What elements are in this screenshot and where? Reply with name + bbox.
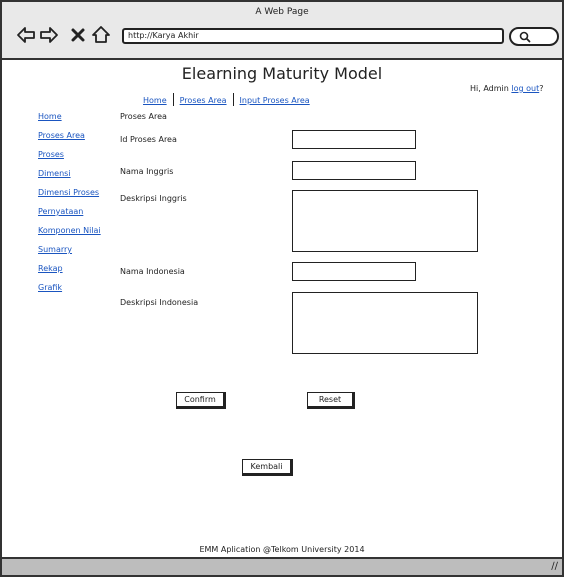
- page-title: Elearning Maturity Model: [181, 64, 383, 83]
- breadcrumb-input-proses-area[interactable]: Input Proses Area: [240, 96, 310, 105]
- breadcrumb: Home Proses Area Input Proses Area: [143, 93, 310, 106]
- sidebar-item-home[interactable]: Home: [38, 112, 118, 131]
- sidebar-nav: Home Proses Area Proses Dimensi Dimensi …: [38, 112, 118, 302]
- nama-inggris-input[interactable]: [292, 161, 416, 180]
- breadcrumb-divider: [232, 93, 234, 106]
- search-button[interactable]: [509, 27, 559, 46]
- breadcrumb-proses-area[interactable]: Proses Area: [180, 96, 227, 105]
- breadcrumb-divider: [172, 93, 174, 106]
- back-button[interactable]: Kembali: [242, 459, 293, 476]
- logout-link[interactable]: log out: [511, 84, 539, 93]
- sidebar-item-pernyataan[interactable]: Pernyataan: [38, 207, 118, 226]
- status-bar: ∕∕: [2, 557, 562, 575]
- sidebar-item-dimensi-proses[interactable]: Dimensi Proses: [38, 188, 118, 207]
- back-arrow-icon[interactable]: [16, 25, 36, 45]
- sidebar-item-dimensi[interactable]: Dimensi: [38, 169, 118, 188]
- deskripsi-indonesia-label: Deskripsi Indonesia: [120, 298, 199, 307]
- sidebar-item-komponen-nilai[interactable]: Komponen Nilai: [38, 226, 118, 245]
- nama-inggris-label: Nama Inggris: [120, 167, 174, 176]
- user-greeting: Hi, Admin log out?: [470, 84, 543, 93]
- id-proses-area-label: Id Proses Area: [120, 135, 177, 144]
- resize-grip-icon[interactable]: ∕∕: [551, 561, 558, 572]
- browser-window: A Web Page http://Karya Akhir Elearning …: [0, 0, 564, 577]
- form-section-title: Proses Area: [120, 112, 167, 121]
- url-input[interactable]: http://Karya Akhir: [122, 28, 504, 44]
- home-icon[interactable]: [91, 25, 111, 45]
- greeting-suffix: ?: [539, 84, 544, 93]
- nama-indonesia-label: Nama Indonesia: [120, 267, 185, 276]
- window-title: A Web Page: [255, 7, 309, 17]
- sidebar-item-grafik[interactable]: Grafik: [38, 283, 118, 302]
- reset-button[interactable]: Reset: [307, 392, 355, 409]
- forward-arrow-icon[interactable]: [39, 25, 59, 45]
- sidebar-item-proses[interactable]: Proses: [38, 150, 118, 169]
- browser-toolbar: A Web Page http://Karya Akhir: [2, 2, 562, 60]
- close-icon[interactable]: [68, 25, 88, 45]
- sidebar-item-sumarry[interactable]: Sumarry: [38, 245, 118, 264]
- deskripsi-inggris-label: Deskripsi Inggris: [120, 194, 187, 203]
- sidebar-item-proses-area[interactable]: Proses Area: [38, 131, 118, 150]
- footer-copyright: EMM Aplication @Telkom University 2014: [199, 545, 365, 554]
- confirm-button[interactable]: Confirm: [176, 392, 226, 409]
- nama-indonesia-input[interactable]: [292, 262, 416, 281]
- id-proses-area-input[interactable]: [292, 130, 416, 149]
- deskripsi-inggris-textarea[interactable]: [292, 190, 478, 252]
- deskripsi-indonesia-textarea[interactable]: [292, 292, 478, 354]
- search-icon: [519, 31, 531, 43]
- breadcrumb-home[interactable]: Home: [143, 96, 167, 105]
- sidebar-item-rekap[interactable]: Rekap: [38, 264, 118, 283]
- greeting-text: Hi, Admin: [470, 84, 512, 93]
